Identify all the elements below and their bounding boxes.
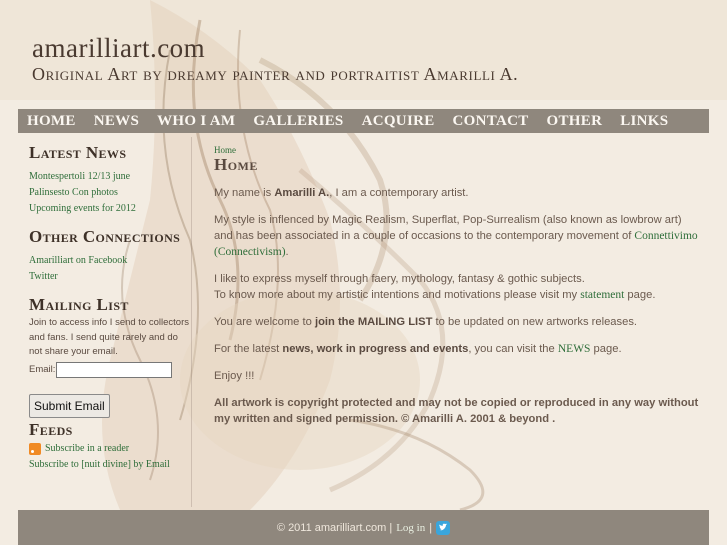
latest-news-section: Latest News Montespertoli 12/13 june Pal…	[29, 143, 189, 217]
news-emphasis: news, work in progress and events	[282, 343, 469, 355]
text: For the latest	[214, 343, 283, 355]
mailing-paragraph: You are welcome to join the MAILING LIST…	[214, 314, 702, 330]
subscribe-email-link[interactable]: Subscribe to [nuit divine] by Email	[29, 457, 189, 473]
mailing-list-section: Mailing List Join to access info I send …	[29, 295, 189, 418]
nav-contact[interactable]: CONTACT	[444, 113, 538, 130]
email-label: Email:	[29, 364, 56, 375]
page-title: Home	[214, 155, 258, 174]
text: , you can visit the	[468, 343, 558, 355]
facebook-link[interactable]: Amarilliart on Facebook	[29, 253, 189, 269]
login-link[interactable]: Log in	[396, 522, 425, 534]
submit-email-button[interactable]: Submit Email	[29, 393, 110, 418]
column-divider	[191, 137, 192, 507]
news-paragraph: For the latest news, work in progress an…	[214, 341, 702, 357]
text: page.	[590, 343, 622, 355]
subscribe-reader-link[interactable]: Subscribe in a reader	[45, 441, 129, 457]
news-link-upcoming-events[interactable]: Upcoming events for 2012	[29, 201, 189, 217]
news-link-palinsesto[interactable]: Palinsesto Con photos	[29, 185, 189, 201]
mailing-list-title: Mailing List	[29, 295, 129, 314]
footer-separator: |	[429, 521, 433, 534]
text: You are welcome to	[214, 316, 315, 328]
text: My style is inflenced by Magic Realism, …	[214, 214, 682, 242]
nav-other[interactable]: OTHER	[538, 113, 612, 130]
mailing-list-link[interactable]: join the MAILING LIST	[315, 316, 432, 328]
nav-news[interactable]: NEWS	[85, 113, 148, 130]
nav-home[interactable]: HOME	[18, 113, 85, 130]
text: .	[285, 246, 289, 258]
latest-news-title: Latest News	[29, 143, 127, 162]
artist-name: Amarilli A.	[274, 187, 330, 199]
sidebar: Latest News Montespertoli 12/13 june Pal…	[29, 143, 189, 483]
news-link-montespertoli[interactable]: Montespertoli 12/13 june	[29, 169, 189, 185]
email-input[interactable]	[56, 361, 173, 378]
text: to be updated on new artworks releases.	[432, 316, 638, 328]
text: page.	[624, 289, 656, 301]
style-paragraph: My style is inflenced by Magic Realism, …	[214, 212, 702, 260]
nav-who-i-am[interactable]: WHO I AM	[148, 113, 244, 130]
twitter-icon[interactable]	[436, 520, 451, 535]
feed-reader-row: Subscribe in a reader	[29, 441, 189, 457]
site-tagline: Original Art by dreamy painter and portr…	[32, 64, 519, 84]
other-connections-section: Other Connections Amarilliart on Faceboo…	[29, 227, 189, 285]
statement-link[interactable]: statement	[580, 289, 624, 301]
intro-paragraph: My name is Amarilli A., I am a contempor…	[214, 185, 702, 201]
text: My name is	[214, 187, 275, 199]
twitter-link[interactable]: Twitter	[29, 269, 189, 285]
subjects-paragraph: I like to express myself through faery, …	[214, 271, 702, 303]
other-connections-title: Other Connections	[29, 227, 181, 246]
copyright-notice: All artwork is copyright protected and m…	[214, 397, 699, 426]
nav-acquire[interactable]: ACQUIRE	[353, 113, 444, 130]
site-header: amarilliart.com Original Art by dreamy p…	[32, 34, 518, 85]
breadcrumb[interactable]: Home	[214, 145, 702, 155]
site-footer: © 2011 amarilliart.com | Log in |	[18, 510, 709, 545]
text: To know more about my artistic intention…	[214, 289, 581, 301]
main-content: Home Home My name is Amarilli A., I am a…	[214, 145, 702, 438]
text: , I am a contemporary artist.	[329, 187, 469, 199]
news-page-link[interactable]: NEWS	[558, 343, 591, 355]
footer-copyright: © 2011 amarilliart.com |	[276, 521, 393, 534]
email-row: Email:	[29, 361, 189, 378]
feeds-section: Feeds Subscribe in a reader Subscribe to…	[29, 420, 189, 473]
text: I like to express myself through faery, …	[214, 273, 585, 285]
rss-icon[interactable]	[29, 442, 41, 455]
main-navigation: HOME NEWS WHO I AM GALLERIES ACQUIRE CON…	[18, 109, 709, 133]
mailing-list-description: Join to access info I send to collectors…	[29, 317, 189, 357]
nav-galleries[interactable]: GALLERIES	[244, 113, 352, 130]
feeds-title: Feeds	[29, 419, 73, 439]
nav-links[interactable]: LINKS	[611, 113, 677, 130]
enjoy-paragraph: Enjoy !!!	[214, 370, 255, 382]
site-name[interactable]: amarilliart.com	[32, 34, 518, 62]
